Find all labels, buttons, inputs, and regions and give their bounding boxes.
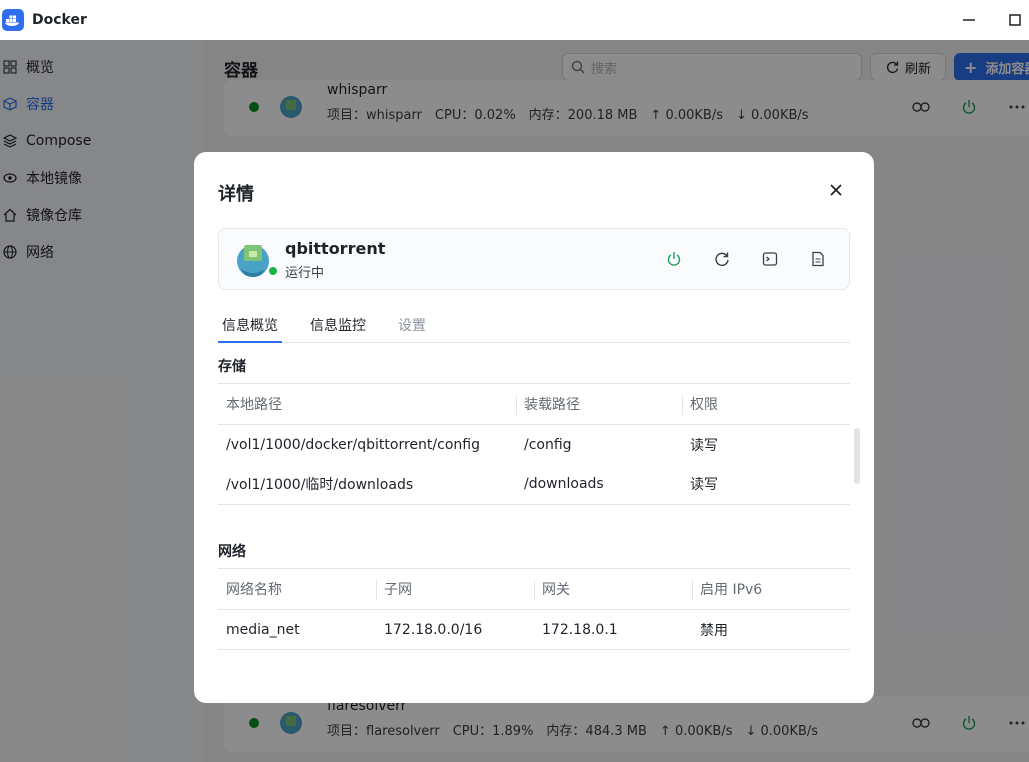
mount-path-cell: /downloads — [516, 464, 682, 505]
minimize-button[interactable] — [956, 8, 982, 32]
column-header: 网关 — [534, 568, 692, 610]
column-header: 启用 IPv6 — [692, 568, 850, 610]
close-button[interactable] — [826, 180, 846, 200]
tab-settings[interactable]: 设置 — [394, 310, 430, 343]
storage-section-title: 存储 — [218, 359, 246, 375]
container-summary: qbittorrent 运行中 — [218, 228, 850, 290]
network-name-cell: media_net — [218, 609, 376, 650]
container-status: 运行中 — [285, 266, 325, 281]
content-scrollbar[interactable] — [854, 428, 860, 484]
column-header: 装载路径 — [516, 383, 682, 425]
network-section-title: 网络 — [218, 544, 246, 560]
detail-tabs: 信息概览 信息监控 设置 — [218, 310, 850, 343]
storage-table: 本地路径 装载路径 权限 /vol1/1000/docker/qbittorre… — [218, 383, 850, 505]
local-path-cell: /vol1/1000/docker/qbittorrent/config — [226, 436, 480, 453]
table-header-row: 网络名称 子网 网关 启用 IPv6 — [218, 568, 850, 610]
network-table: 网络名称 子网 网关 启用 IPv6 media_net 172.18.0.0/… — [218, 568, 850, 650]
running-status-dot — [267, 265, 279, 277]
table-row: /vol1/1000/临时/downloads /downloads 读写 — [218, 464, 850, 505]
column-header: 权限 — [682, 383, 850, 425]
ipv6-cell: 禁用 — [692, 609, 850, 650]
maximize-button[interactable] — [1002, 8, 1028, 32]
docker-logo-icon — [2, 9, 24, 31]
title-bar: Docker — [0, 0, 1029, 40]
tab-monitor[interactable]: 信息监控 — [306, 310, 370, 343]
subnet-cell: 172.18.0.0/16 — [376, 609, 534, 650]
permission-cell: 读写 — [690, 437, 718, 454]
mount-path-cell: /config — [524, 436, 572, 453]
gateway-cell: 172.18.0.1 — [534, 609, 692, 650]
log-file-icon[interactable] — [809, 250, 827, 268]
detail-content[interactable]: 存储 本地路径 装载路径 权限 /vol1/1000/docker/qbitto… — [218, 352, 858, 682]
tab-overview[interactable]: 信息概览 — [218, 310, 282, 343]
column-header: 网络名称 — [218, 568, 376, 610]
terminal-icon[interactable] — [761, 250, 779, 268]
table-row: /vol1/1000/docker/qbittorrent/config /co… — [218, 425, 850, 465]
qbittorrent-image-icon — [235, 239, 271, 279]
details-dialog: 详情 qbittorrent 运行中 信息概览 信息监控 设置 存储 本地路径 … — [194, 152, 874, 703]
table-row: media_net 172.18.0.0/16 172.18.0.1 禁用 — [218, 609, 850, 650]
window-title: Docker — [32, 12, 87, 28]
dialog-title: 详情 — [218, 184, 254, 205]
restart-icon[interactable] — [713, 250, 731, 268]
table-header-row: 本地路径 装载路径 权限 — [218, 383, 850, 425]
local-path-cell: /vol1/1000/临时/downloads — [218, 464, 516, 505]
column-header: 本地路径 — [218, 383, 516, 425]
permission-cell: 读写 — [682, 464, 850, 505]
container-name: qbittorrent — [285, 239, 386, 258]
close-icon — [830, 184, 842, 196]
power-icon[interactable] — [665, 250, 683, 268]
column-header: 子网 — [376, 568, 534, 610]
